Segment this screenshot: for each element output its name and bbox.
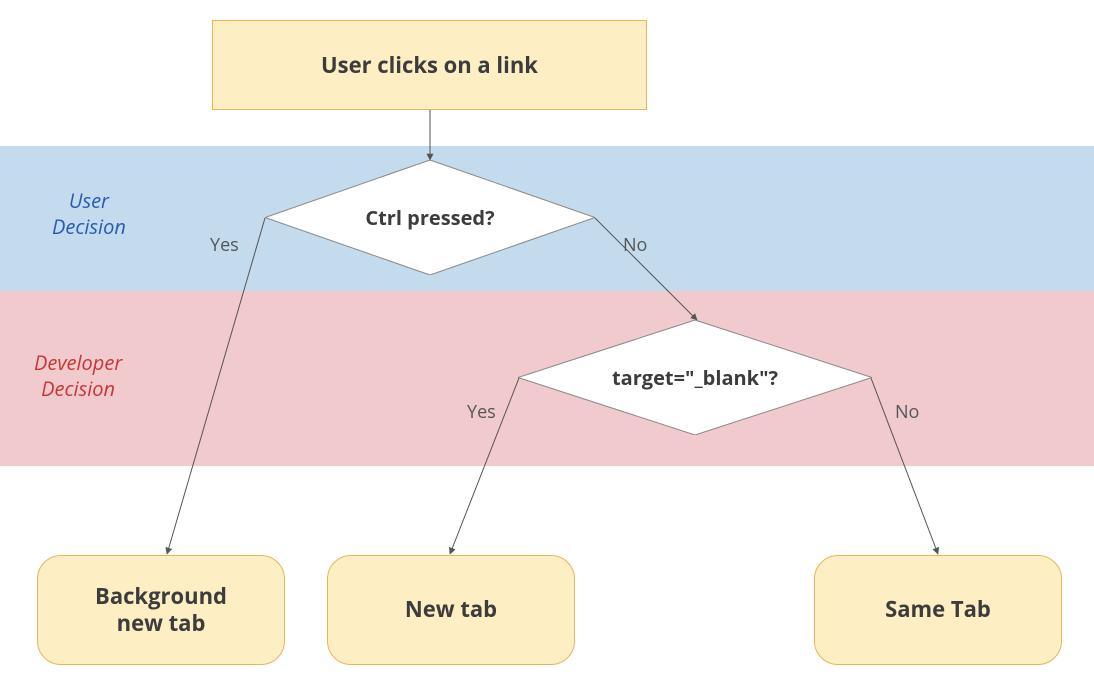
node-end-same-tab-label: Same Tab	[885, 596, 991, 624]
edge-label-d1-yes: Yes	[210, 233, 239, 257]
label-developer-decision: Developer Decision	[34, 350, 122, 402]
edge-label-d2-yes: Yes	[467, 400, 496, 424]
edge-label-d1-no: No	[623, 233, 647, 257]
node-end-same-tab: Same Tab	[814, 555, 1062, 665]
node-end-background-new-tab: Background new tab	[37, 555, 285, 665]
node-end-background-new-tab-label: Background new tab	[95, 583, 227, 638]
band-developer-decision	[0, 291, 1094, 466]
node-start: User clicks on a link	[212, 20, 647, 110]
node-end-new-tab: New tab	[327, 555, 575, 665]
label-user-decision: User Decision	[52, 188, 126, 240]
node-end-new-tab-label: New tab	[405, 596, 497, 624]
node-start-label: User clicks on a link	[321, 50, 538, 80]
band-user-decision	[0, 146, 1094, 291]
edge-label-d2-no: No	[895, 400, 919, 424]
